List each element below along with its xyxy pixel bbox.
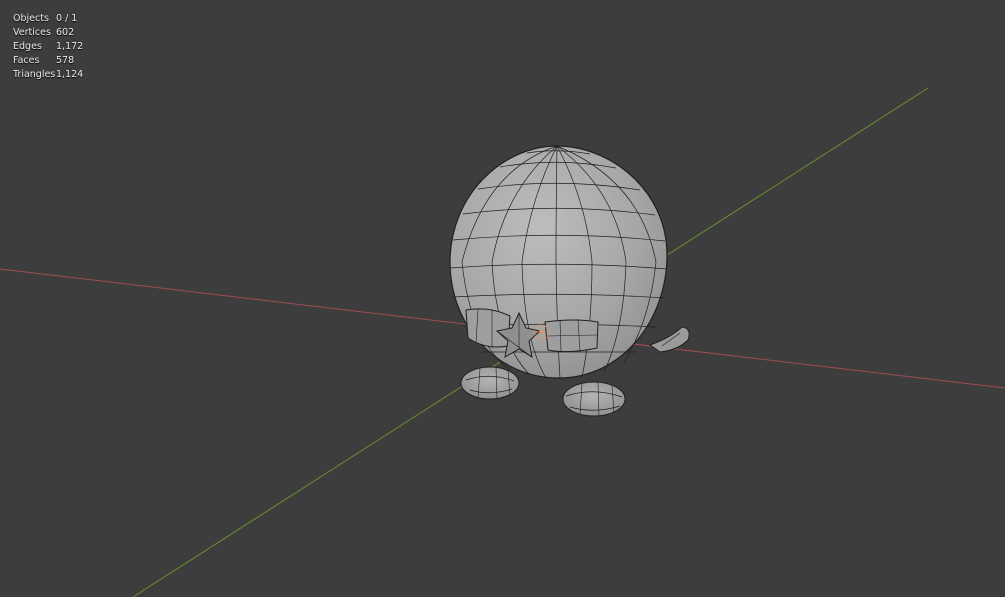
3d-viewport[interactable]: Objects 0 / 1 Vertices 602 Edges 1,172 F… — [0, 0, 1005, 597]
stat-value: 1,172 — [56, 41, 84, 52]
viewport-scene[interactable] — [0, 0, 1005, 597]
mesh-object[interactable] — [449, 145, 690, 417]
stat-label: Triangles — [13, 69, 56, 80]
stat-vertices: Vertices 602 — [13, 26, 83, 40]
stat-triangles: Triangles 1,124 — [13, 68, 83, 82]
right-foot — [562, 381, 626, 417]
tail — [648, 326, 690, 353]
stat-value: 0 / 1 — [56, 13, 78, 24]
stat-label: Objects — [13, 13, 49, 24]
stat-value: 1,124 — [56, 69, 84, 80]
stat-label: Edges — [13, 41, 42, 52]
stat-objects: Objects 0 / 1 — [13, 12, 83, 26]
left-foot — [460, 366, 520, 400]
stat-label: Vertices — [13, 27, 51, 38]
stat-value: 602 — [56, 27, 75, 38]
stat-label: Faces — [13, 55, 40, 66]
scene-statistics: Objects 0 / 1 Vertices 602 Edges 1,172 F… — [13, 12, 83, 82]
stat-edges: Edges 1,172 — [13, 40, 83, 54]
stat-faces: Faces 578 — [13, 54, 83, 68]
stat-value: 578 — [56, 55, 75, 66]
